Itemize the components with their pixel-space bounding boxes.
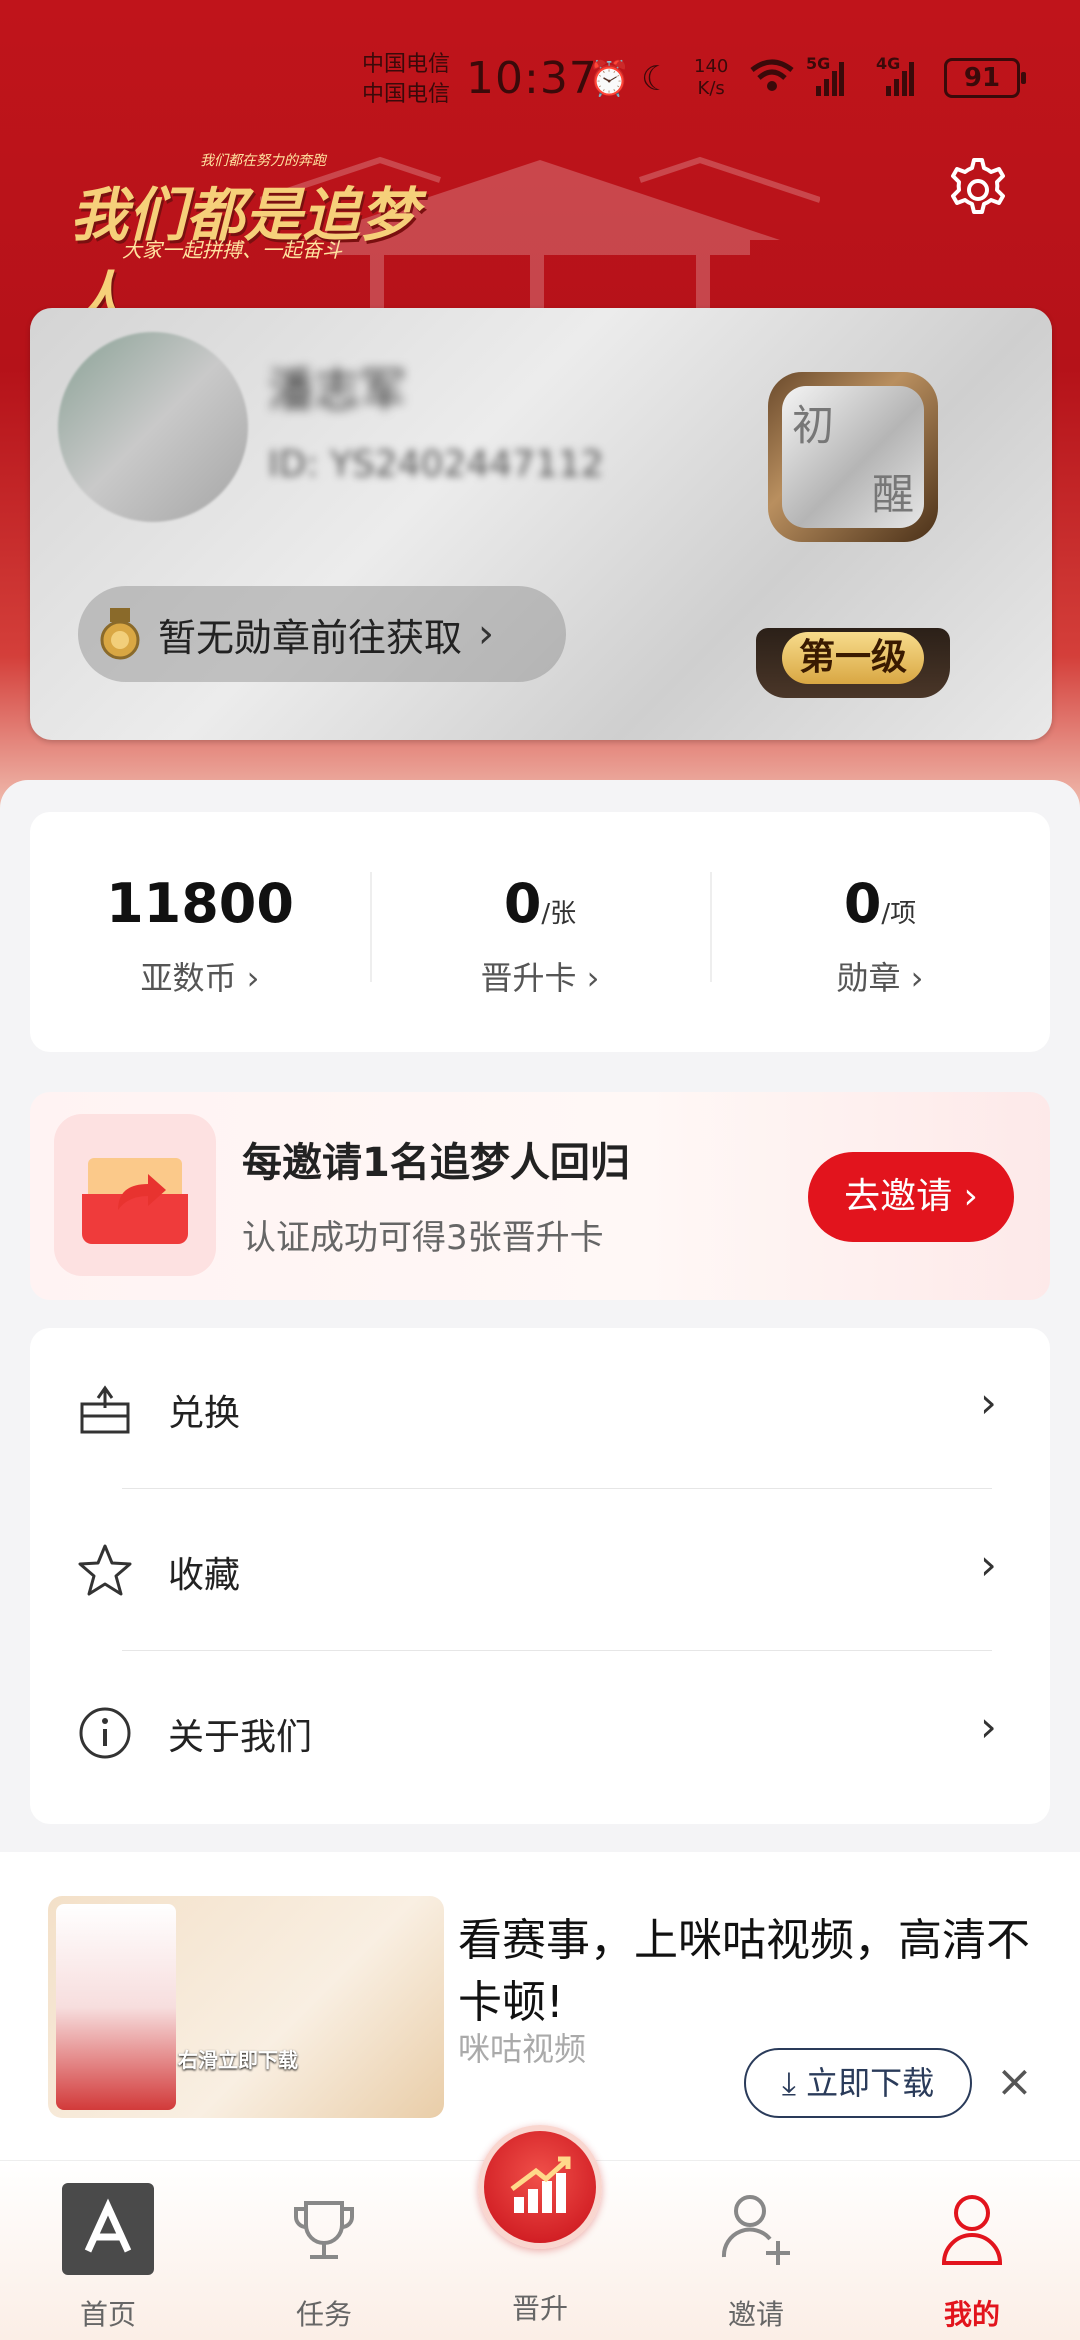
info-icon	[79, 1707, 131, 1759]
stat-cards[interactable]: 0/张 晋升卡 ›	[370, 872, 710, 999]
menu-label-about: 关于我们	[168, 1717, 313, 1758]
slogan-sub: 大家一起拼搏、一起奋斗	[122, 238, 342, 262]
invite-subtitle: 认证成功可得3张晋升卡	[242, 1218, 604, 1258]
ad-source: 咪咕视频	[458, 2030, 587, 2068]
stat-cards-label: 晋升卡 ›	[480, 959, 600, 997]
stat-cards-unit: /张	[541, 899, 577, 929]
level-char-2: 醒	[871, 470, 914, 519]
add-user-icon	[721, 2195, 790, 2265]
chevron-right-icon: ›	[478, 611, 495, 657]
level-label: 第一级	[782, 632, 924, 684]
profile-card: 潘志军 ID: YS2402447112 暂无勋章前往获取 › 初 醒 第一级	[30, 308, 1052, 740]
stats-panel: 11800 亚数币 › 0/张 晋升卡 › 0/项 勋章 ›	[30, 812, 1050, 1052]
tab-tasks[interactable]: 任务	[244, 2181, 404, 2333]
user-icon	[941, 2195, 1003, 2265]
tab-mine[interactable]: 我的	[892, 2181, 1052, 2333]
stat-cards-value: 0	[503, 872, 542, 935]
invite-title: 每邀请1名追梦人回归	[242, 1140, 630, 1186]
chevron-right-icon: ›	[980, 1702, 997, 1751]
star-icon	[78, 1544, 132, 1596]
avatar[interactable]	[58, 332, 248, 522]
menu-separator	[122, 1650, 992, 1651]
chevron-right-icon: ›	[980, 1378, 997, 1427]
network-speed: 140 K/s	[694, 56, 728, 100]
menu-item-favorites[interactable]: 收藏 ›	[30, 1490, 1050, 1651]
tab-promote[interactable]: 晋升	[460, 2287, 620, 2327]
speed-value: 140	[694, 56, 729, 77]
stat-coins[interactable]: 11800 亚数币 ›	[30, 872, 370, 999]
ad-download-button[interactable]: ⤓ 立即下载	[744, 2048, 972, 2118]
ad-download-label: 立即下载	[806, 2064, 935, 2102]
ad-banner[interactable]: 右滑立即下载 看赛事，上咪咕视频，高清不卡顿! 咪咕视频 ⤓ 立即下载 ×	[0, 1852, 1080, 2162]
stat-medals-label: 勋章 ›	[836, 959, 924, 997]
invite-button[interactable]: 去邀请 ›	[808, 1152, 1014, 1242]
stat-coins-label: 亚数币 ›	[140, 959, 260, 997]
alarm-icon: ⏰	[588, 59, 631, 99]
status-time: 10:37	[466, 53, 598, 104]
tab-promote-label: 晋升	[511, 2292, 568, 2325]
promote-center-button[interactable]	[478, 2125, 602, 2249]
signal-bars-icon	[816, 62, 844, 96]
menu-separator	[122, 1488, 992, 1489]
stat-medals-value: 0	[843, 872, 882, 935]
menu-label-exchange: 兑换	[168, 1393, 241, 1434]
stat-medals[interactable]: 0/项 勋章 ›	[710, 872, 1050, 999]
ad-image[interactable]: 右滑立即下载	[48, 1896, 444, 2118]
medal-entry-button[interactable]: 暂无勋章前往获取 ›	[78, 586, 566, 682]
tab-home-label: 首页	[79, 2298, 136, 2331]
menu-list: 兑换 › 收藏 › 关于我们 ›	[30, 1328, 1050, 1824]
wifi-icon	[750, 59, 794, 91]
slogan-small: 我们都在努力的奔跑	[200, 153, 326, 169]
home-logo-icon	[62, 2183, 154, 2275]
status-bar: 中国电信 中国电信 10:37 ⏰ ☾ 140 K/s 5G 4G 91	[0, 40, 1080, 120]
settings-gear-icon[interactable]	[944, 156, 1012, 224]
tab-invite-label: 邀请	[727, 2298, 784, 2331]
menu-item-about[interactable]: 关于我们 ›	[30, 1652, 1050, 1812]
alarm-moon-icons: ⏰ ☾	[588, 54, 672, 104]
signal-bars-icon-2	[886, 62, 914, 96]
menu-item-exchange[interactable]: 兑换 ›	[30, 1328, 1050, 1489]
stat-coins-value: 11800	[106, 872, 294, 935]
tab-invite[interactable]: 邀请	[676, 2181, 836, 2333]
invite-banner[interactable]: 每邀请1名追梦人回归 认证成功可得3张晋升卡 去邀请 ›	[30, 1092, 1050, 1300]
carrier-2: 中国电信	[362, 82, 451, 107]
ad-close-icon[interactable]: ×	[996, 2056, 1033, 2107]
download-icon: ⤓	[781, 2064, 796, 2102]
ad-title: 看赛事，上咪咕视频，高清不卡顿!	[458, 1915, 1030, 2028]
growth-chart-icon	[510, 2156, 571, 2213]
share-envelope-icon	[54, 1114, 216, 1276]
user-id[interactable]: ID: YS2402447112	[268, 444, 604, 485]
tab-tasks-label: 任务	[295, 2298, 352, 2331]
medal-icon	[100, 608, 140, 660]
stat-medals-unit: /项	[881, 899, 917, 929]
exchange-icon	[80, 1385, 130, 1434]
speed-unit: K/s	[697, 78, 725, 99]
tab-mine-label: 我的	[943, 2298, 1000, 2331]
level-char-1: 初	[792, 401, 835, 450]
battery-indicator: 91	[944, 58, 1026, 98]
slogan-banner: 我们都在努力的奔跑 我们都是追梦人 大家一起拼搏、一起奋斗	[70, 150, 430, 333]
level-badge[interactable]: 初 醒	[768, 372, 938, 542]
medal-text: 暂无勋章前往获取	[158, 615, 463, 660]
carrier-names: 中国电信 中国电信	[362, 50, 450, 110]
trophy-icon	[294, 2201, 354, 2259]
moon-icon: ☾	[641, 59, 672, 99]
bottom-tab-bar: 首页 任务 晋升 邀请 我的	[0, 2125, 1080, 2340]
carrier-1: 中国电信	[362, 52, 451, 77]
tab-home[interactable]: 首页	[28, 2181, 188, 2333]
ad-image-poster	[56, 1904, 176, 2110]
level-badge-face: 初 醒	[782, 386, 924, 528]
chevron-right-icon: ›	[980, 1540, 997, 1589]
user-name: 潘志军	[268, 363, 406, 417]
menu-label-favorites: 收藏	[168, 1555, 241, 1596]
ad-image-text: 右滑立即下载	[178, 2048, 298, 2072]
